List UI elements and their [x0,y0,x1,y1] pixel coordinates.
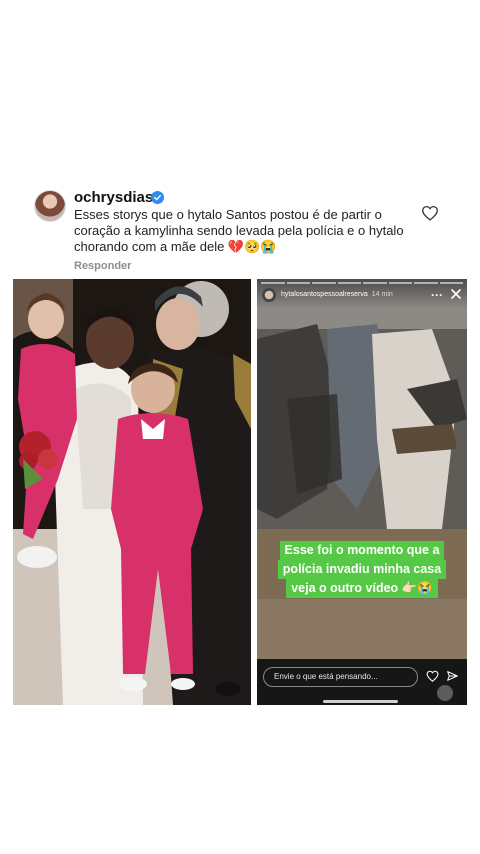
heart-icon[interactable] [426,670,439,682]
story-reply-bar: Envie o que está pensando... [257,659,467,705]
floating-button[interactable] [437,685,453,701]
story-time: 14 min [371,291,393,298]
comment-text: Esses storys que o hytalo Santos postou … [74,207,404,254]
verified-badge-icon [151,191,164,204]
caption-line-3: veja o outro vídeo 👉🏻😭 [286,579,438,598]
comment-username[interactable]: ochrysdias [74,189,153,206]
home-indicator [323,700,398,703]
comment: ochrysdias Esses storys que o hytalo San… [0,186,480,276]
reply-button[interactable]: Responder [74,260,131,272]
story-progress-bars [261,282,463,284]
story-username-text: hytalosantospessoalreserva [281,291,368,298]
more-icon[interactable]: ··· [431,288,443,302]
story-video-frame [257,279,467,659]
story-caption: Esse foi o momento que a polícia invadiu… [263,541,461,598]
story-reply-input[interactable]: Envie o que está pensando... [263,667,418,687]
caption-line-1: Esse foi o momento que a [279,541,445,560]
wedding-photo-illustration [13,279,251,705]
like-button[interactable] [421,205,439,221]
close-icon[interactable] [449,287,463,301]
story-username[interactable]: hytalosantospessoalreserva 14 min [281,291,393,298]
send-icon[interactable] [446,670,459,683]
avatar[interactable] [34,190,66,222]
heart-icon [422,205,438,221]
wedding-photo [13,279,251,705]
caption-line-2: polícia invadiu minha casa [277,560,447,579]
story-avatar[interactable] [262,288,276,302]
story-screenshot: hytalosantospessoalreserva 14 min ··· Ess… [257,279,467,705]
story-header: hytalosantospessoalreserva 14 min ··· [257,279,467,309]
